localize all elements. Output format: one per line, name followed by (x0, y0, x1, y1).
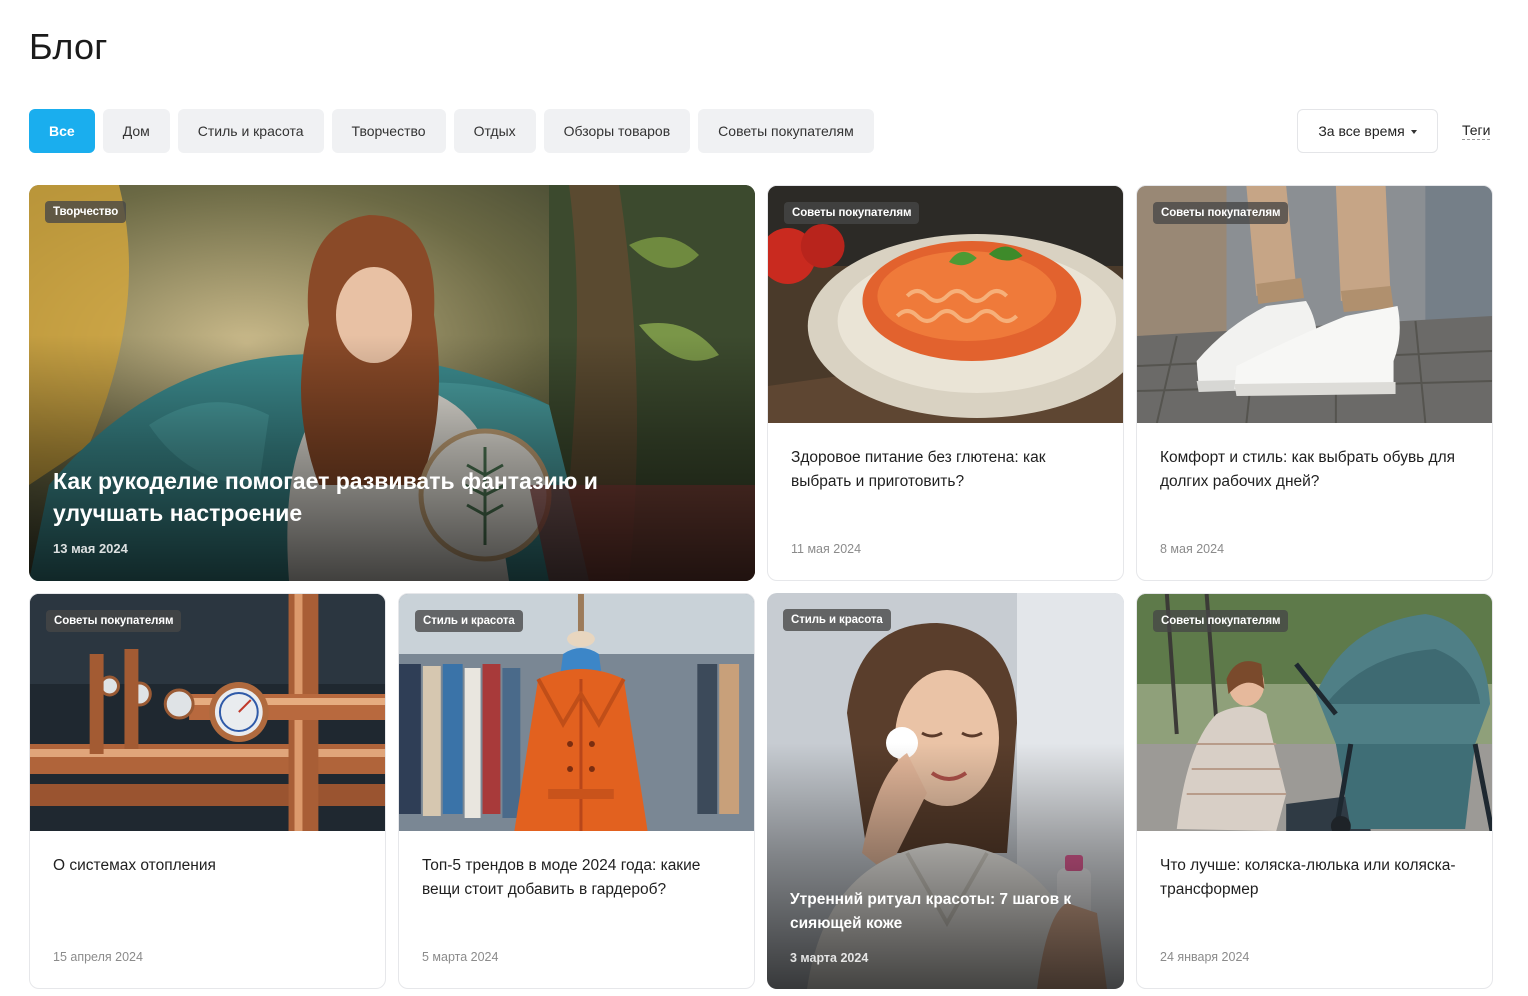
post-card[interactable]: Советы покупателям Комфорт и стиль: как … (1136, 185, 1493, 581)
post-card[interactable]: Советы покупателям Здоровое питание без … (767, 185, 1124, 581)
period-dropdown[interactable]: За все время (1297, 109, 1438, 153)
post-date: 11 мая 2024 (791, 542, 862, 556)
post-card[interactable]: Стиль и красота Утренний ритуал красоты:… (767, 593, 1124, 989)
post-card[interactable]: Стиль и красота Топ-5 трендов в моде 202… (398, 593, 755, 989)
post-title: Как рукоделие помогает развивать фантази… (53, 468, 598, 526)
category-badge: Советы покупателям (784, 202, 920, 224)
category-badge: Советы покупателям (46, 610, 182, 632)
category-badge: Стиль и красота (415, 610, 523, 632)
image-shade (29, 335, 755, 581)
post-title: О системах отопления (53, 857, 216, 874)
filter-chip-all[interactable]: Все (29, 109, 95, 153)
caret-down-icon (1410, 129, 1417, 134)
category-badge: Советы покупателям (1153, 202, 1289, 224)
filter-chip-home[interactable]: Дом (102, 109, 170, 153)
filter-chip-creativity[interactable]: Творчество (331, 109, 446, 153)
page-title: Блог (29, 26, 108, 67)
post-title: Здоровое питание без глютена: как выбрат… (791, 449, 1046, 490)
post-date: 3 марта 2024 (790, 951, 869, 965)
post-title: Комфорт и стиль: как выбрать обувь для д… (1160, 449, 1456, 490)
filter-chip-buyer-tips[interactable]: Советы покупателям (698, 109, 874, 153)
category-badge: Советы покупателям (1153, 610, 1289, 632)
tags-link[interactable]: Теги (1462, 122, 1491, 140)
filter-chip-leisure[interactable]: Отдых (453, 109, 536, 153)
post-date: 15 апреля 2024 (53, 950, 143, 964)
post-title: Топ-5 трендов в моде 2024 года: какие ве… (422, 857, 701, 898)
filter-chip-reviews[interactable]: Обзоры товаров (543, 109, 691, 153)
post-title: Что лучше: коляска-люлька или коляска-тр… (1160, 857, 1456, 898)
category-filters: Все Дом Стиль и красота Творчество Отдых… (29, 109, 874, 153)
post-card[interactable]: Советы покупателям Что лучше: коляска-лю… (1136, 593, 1493, 989)
post-title: Утренний ритуал красоты: 7 шагов к сияющ… (790, 891, 1072, 932)
category-badge: Стиль и красота (783, 609, 891, 631)
post-card[interactable]: Советы покупателям О системах отопления … (29, 593, 386, 989)
category-badge: Творчество (45, 201, 127, 223)
post-date: 24 января 2024 (1160, 950, 1250, 964)
period-label: За все время (1318, 123, 1405, 139)
post-card[interactable]: Творчество Как рукоделие помогает развив… (29, 185, 755, 581)
filter-chip-style-beauty[interactable]: Стиль и красота (177, 109, 324, 153)
post-date: 8 мая 2024 (1160, 542, 1225, 556)
post-date: 13 мая 2024 (53, 541, 128, 556)
post-date: 5 марта 2024 (422, 950, 499, 964)
